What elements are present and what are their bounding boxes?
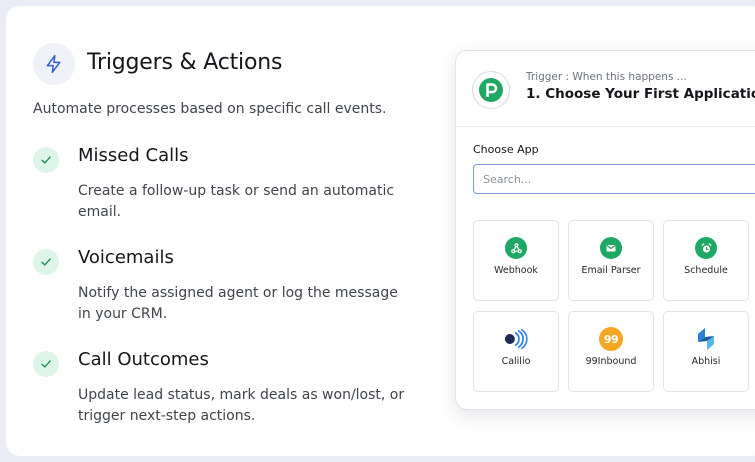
feature-description: Create a follow-up task or send an autom…	[78, 183, 395, 220]
app-name: Webhook	[494, 265, 538, 276]
choose-app-label: Choose App	[473, 143, 539, 156]
99inbound-logo-text: 99	[603, 332, 619, 346]
feature-title: Call Outcomes	[78, 349, 209, 370]
app-tile-calilio[interactable]: Calilio	[473, 311, 559, 392]
app-tile-schedule[interactable]: Schedule	[663, 220, 749, 301]
app-tile-99inbound[interactable]: 99 99Inbound	[568, 311, 654, 392]
feature-title: Missed Calls	[78, 145, 189, 166]
app-name: Abhisi	[691, 356, 721, 367]
lightning-icon	[33, 43, 75, 85]
pabbly-logo-icon	[472, 71, 510, 109]
app-name: Calilio	[501, 356, 531, 367]
app-name: Schedule	[684, 265, 728, 276]
calilio-logo	[503, 326, 529, 352]
triggers-actions-card: Triggers & Actions Automate processes ba…	[6, 6, 755, 456]
check-icon	[33, 351, 59, 377]
section-subtitle: Automate processes based on specific cal…	[33, 101, 387, 117]
panel-header: Trigger : When this happens ... 1. Choos…	[456, 51, 755, 127]
abhisi-logo	[693, 326, 719, 352]
check-icon	[33, 147, 59, 173]
app-tile-webhook[interactable]: Webhook	[473, 220, 559, 301]
feature-title: Voicemails	[78, 247, 174, 268]
trigger-panel: Trigger : When this happens ... 1. Choos…	[455, 50, 755, 410]
trigger-label: Trigger : When this happens ...	[526, 71, 687, 83]
check-icon	[33, 249, 59, 275]
app-search-input[interactable]	[473, 164, 755, 194]
feature-description: Notify the assigned agent or log the mes…	[78, 285, 398, 322]
99inbound-logo: 99	[598, 326, 624, 352]
app-name: Email Parser	[581, 265, 641, 276]
section-title: Triggers & Actions	[87, 50, 283, 75]
alarm-clock-icon	[693, 235, 719, 261]
app-name: 99Inbound	[585, 356, 637, 367]
step-title: 1. Choose Your First Application :	[526, 86, 755, 102]
app-tile-email-parser[interactable]: Email Parser	[568, 220, 654, 301]
webhook-icon	[503, 235, 529, 261]
app-tile-abhisi[interactable]: Abhisi	[663, 311, 749, 392]
email-icon	[598, 235, 624, 261]
feature-description: Update lead status, mark deals as won/lo…	[78, 387, 405, 424]
